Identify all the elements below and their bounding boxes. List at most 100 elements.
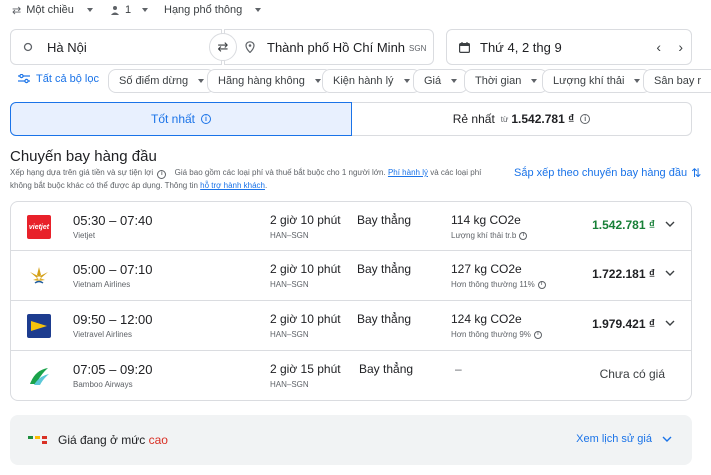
chevron-right-icon: › [678,39,683,55]
passenger-assistance-link[interactable]: hỗ trợ hành khách [200,181,265,190]
trip-type-select[interactable]: ⇄ Một chiều [12,0,93,20]
chip-label: Số điểm dừng [119,75,189,87]
flight-route: HAN–SGN [270,280,309,289]
origin-value: Hà Nội [47,39,87,55]
swap-icon: ⇄ [217,39,229,54]
round-arrows-icon: ⇄ [12,4,22,17]
tab-cheapest[interactable]: Rẻ nhất từ 1.542.781 ₫ i [352,102,692,136]
flight-stops: Bay thẳng [357,312,412,326]
info-icon[interactable]: i [537,280,546,289]
chevron-down-icon [662,436,672,442]
filter-chip-price[interactable]: Giá [413,69,469,93]
prev-date-button[interactable]: ‹ [656,39,661,55]
flight-row[interactable]: 07:05 – 09:20 Bamboo Airways 2 giờ 15 ph… [10,351,692,401]
destination-value: Thành phố Hồ Chí Minh [267,39,406,55]
flight-times: 07:05 – 09:20 [73,362,153,377]
co2-note-text: Lượng khí thải tr.b [451,231,517,240]
note-end: . [265,181,268,190]
chevron-down-icon[interactable] [665,268,675,278]
cabin-class-select[interactable]: Hạng phổ thông [164,0,262,20]
airline-name: Vietravel Airlines [73,330,132,339]
flight-duration: 2 giờ 10 phút [270,312,341,326]
caret-down-icon [142,8,149,12]
price-history-label: Xem lịch sử giá [576,433,652,445]
vietjet-logo-icon: vietjet [27,215,51,239]
chip-label: Hãng hàng không [218,75,305,87]
filter-chip-airlines[interactable]: Hãng hàng không [207,69,332,93]
passengers-select[interactable]: 1 [110,0,149,20]
caret-down-icon [198,79,205,83]
chip-label: Kiện hành lý [333,75,394,87]
caret-down-icon [86,8,93,12]
flight-route: HAN–SGN [270,330,309,339]
sort-by-button[interactable]: Sắp xếp theo chuyến bay hàng đầu ⇅ [514,166,701,180]
flight-route: HAN–SGN [270,380,309,389]
flight-stops: Bay thẳng [359,362,414,376]
co2-note-text: Hơn thông thường 11% [451,280,535,289]
person-icon [111,6,119,15]
info-icon[interactable]: i [533,330,542,339]
date-field[interactable]: Thứ 4, 2 thg 9 ‹ › [446,29,692,65]
airline-name: Vietnam Airlines [73,280,131,289]
filter-chip-emissions[interactable]: Lượng khí thải [542,69,652,93]
co2-note-text: Hơn thông thường 9% [451,330,531,339]
flight-times: 05:00 – 07:10 [73,262,153,277]
flight-row[interactable]: 09:50 – 12:00 Vietravel Airlines 2 giờ 1… [10,301,692,351]
chevron-down-icon[interactable] [665,318,675,328]
flight-price: 1.979.421 ₫ [592,317,655,331]
chip-label: Giá [424,75,442,87]
tab-cheapest-label: Rẻ nhất [452,112,495,126]
filter-chip-airports[interactable]: Sân bay r [643,69,711,93]
info-icon[interactable]: i [580,114,591,124]
all-filters-button[interactable]: Tất cả bộ lọc [18,73,99,85]
sort-label: Sắp xếp theo chuyến bay hàng đầu [514,167,688,179]
price-note-line2: không bắt buộc khác có thể được áp dụng.… [10,181,198,190]
destination-field[interactable]: Thành phố Hồ Chí Minh SGN [224,29,434,65]
flight-duration: 2 giờ 15 phút [270,362,341,376]
date-value: Thứ 4, 2 thg 9 [480,39,562,55]
filter-chip-baggage[interactable]: Kiện hành lý [322,69,421,93]
co2-emissions: 127 kg CO2e [451,262,522,276]
next-date-button[interactable]: › [678,39,683,55]
flight-row[interactable]: vietjet 05:30 – 07:40 Vietjet 2 giờ 10 p… [10,201,692,251]
chip-label: Lượng khí thải [553,75,625,87]
caret-down-icon [531,79,538,83]
ranking-note: Xếp hạng dựa trên giá tiền và sự tiện lợ… [10,168,154,177]
price-level-value: cao [148,433,168,447]
flight-stops: Bay thẳng [357,213,412,227]
flight-price: Chưa có giá [599,367,665,381]
bamboo-airways-logo-icon [30,368,49,385]
co2-note: Hơn thông thường 11% i [451,280,546,289]
price-insight-panel: Giá đang ở mức cao Xem lịch sử giá [10,415,692,465]
vietnam-airlines-lotus-icon [30,267,48,284]
flight-row[interactable]: 05:00 – 07:10 Vietnam Airlines 2 giờ 10 … [10,251,692,301]
flight-duration: 2 giờ 10 phút [270,213,341,227]
chevron-down-icon[interactable] [665,219,675,229]
origin-field[interactable]: Hà Nội [10,29,222,65]
info-icon[interactable]: i [157,169,167,179]
co2-emissions: 124 kg CO2e [451,312,522,326]
price-level-prefix: Giá đang ở mức [58,433,146,447]
chevron-left-icon: ‹ [656,39,661,55]
caret-down-icon [403,79,410,83]
flight-times: 09:50 – 12:00 [73,312,153,327]
price-history-button[interactable]: Xem lịch sử giá [576,433,672,445]
info-icon[interactable]: i [201,114,212,124]
info-icon[interactable]: i [519,231,528,240]
trip-type-label: Một chiều [26,4,74,16]
results-note: Xếp hạng dựa trên giá tiền và sự tiện lợ… [10,166,510,192]
co2-note: Lượng khí thải tr.b i [451,231,528,240]
price-note-cont: và các loại phí [430,168,482,177]
filter-chip-stops[interactable]: Số điểm dừng [108,69,216,93]
cheapest-prefix: từ [500,114,509,124]
swap-button[interactable]: ⇄ [209,33,237,61]
caret-down-icon [451,79,458,83]
location-pin-icon [245,41,255,53]
tab-best[interactable]: Tốt nhất i [10,102,352,136]
airline-name: Vietjet [73,231,96,240]
baggage-fees-link[interactable]: Phí hành lý [388,168,428,177]
co2-emissions: – [455,362,462,376]
filter-chip-time[interactable]: Thời gian [464,69,549,93]
all-filters-label: Tất cả bộ lọc [36,73,99,85]
calendar-icon [459,41,470,53]
